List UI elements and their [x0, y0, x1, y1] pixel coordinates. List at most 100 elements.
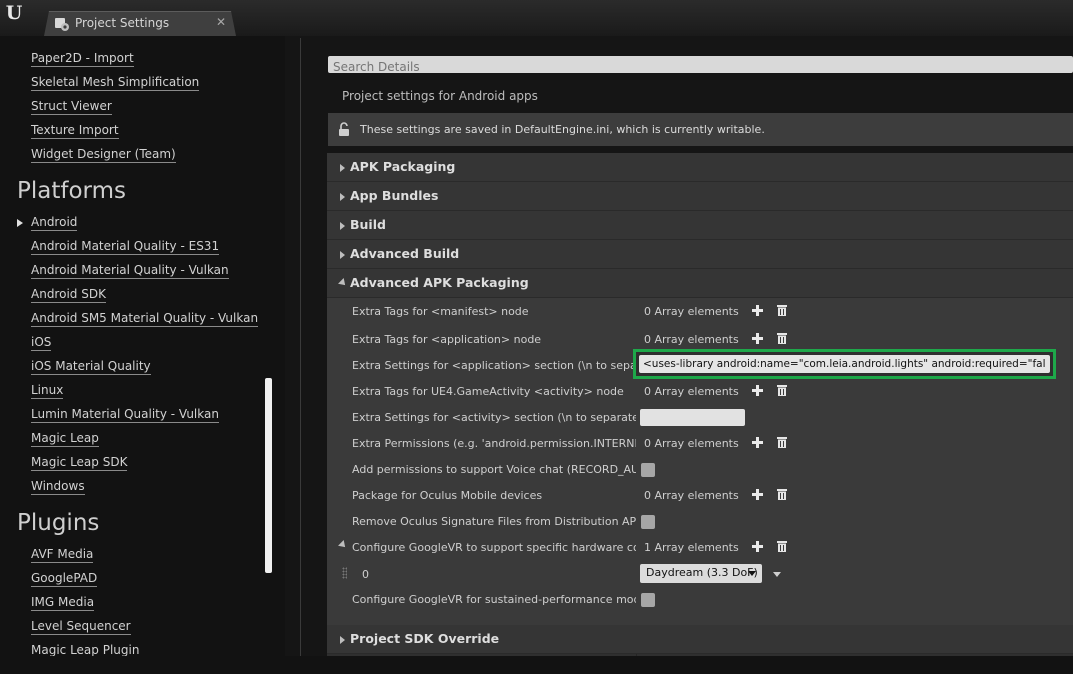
settings-gear-icon — [54, 16, 70, 32]
voice-chat-checkbox[interactable] — [641, 463, 655, 477]
add-element-icon[interactable] — [752, 541, 763, 552]
trash-icon[interactable] — [777, 304, 787, 316]
prop-label-activity-tags: Extra Tags for UE4.GameActivity <activit… — [352, 385, 624, 398]
trash-icon[interactable] — [777, 332, 787, 344]
expand-arrow-icon — [340, 636, 345, 644]
collapse-arrow-icon — [338, 278, 348, 288]
prop-value-oculus-mobile: 0 Array elements — [644, 489, 739, 502]
sidebar-header-platforms: Platforms — [17, 178, 126, 204]
page-description: Project settings for Android apps — [342, 89, 538, 103]
expand-arrow-icon — [340, 164, 345, 172]
prop-label-remove-oculus-signature: Remove Oculus Signature Files from Distr… — [352, 515, 636, 528]
category-app-bundles[interactable]: App Bundles — [327, 182, 1073, 211]
prop-label-activity-settings: Extra Settings for <activity> section (\… — [352, 411, 636, 424]
activity-settings-input[interactable] — [640, 409, 745, 426]
unreal-logo-icon[interactable]: U — [2, 2, 26, 26]
prop-value-manifest-tags: 0 Array elements — [644, 305, 739, 318]
add-element-icon[interactable] — [752, 489, 763, 500]
drag-handle-icon[interactable] — [342, 567, 347, 579]
prop-label-manifest-tags: Extra Tags for <manifest> node — [352, 305, 529, 318]
tab-project-settings[interactable]: Project Settings ✕ — [44, 11, 236, 36]
sidebar-header-plugins: Plugins — [17, 510, 100, 536]
tab-title: Project Settings — [75, 16, 170, 30]
category-label: Advanced APK Packaging — [350, 275, 529, 290]
sidebar-item-linux[interactable]: Linux — [31, 383, 64, 399]
search-input[interactable] — [328, 58, 1073, 76]
category-label: Build — [350, 217, 386, 232]
unlocked-icon — [339, 122, 349, 136]
sidebar-item-android[interactable]: Android — [31, 215, 78, 231]
prop-value-extra-permissions: 0 Array elements — [644, 437, 739, 450]
category-project-sdk-override[interactable]: Project SDK Override — [327, 625, 1073, 654]
panel-splitter[interactable] — [300, 38, 301, 672]
sidebar-item-skeletal-mesh-simplification[interactable]: Skeletal Mesh Simplification — [31, 75, 200, 91]
config-notice: These settings are saved in DefaultEngin… — [328, 113, 1073, 146]
googlevr-hardware-dropdown[interactable]: Daydream (3.3 DoF) — [640, 564, 762, 583]
element-options-arrow-icon[interactable] — [773, 572, 781, 577]
add-element-icon[interactable] — [752, 437, 763, 448]
prop-label-extra-permissions: Extra Permissions (e.g. 'android.permiss… — [352, 437, 636, 450]
sidebar-scrollbar[interactable] — [265, 378, 272, 573]
expand-arrow-icon — [340, 222, 345, 230]
title-bar: U Project Settings ✕ — [0, 0, 1073, 36]
trash-icon[interactable] — [777, 488, 787, 500]
sidebar-item-android-sdk[interactable]: Android SDK — [31, 287, 106, 303]
sidebar-item-avf-media[interactable]: AVF Media — [31, 547, 94, 563]
settings-sidebar: Paper2D - Import Skeletal Mesh Simplific… — [0, 36, 285, 656]
sidebar-item-widget-designer[interactable]: Widget Designer (Team) — [31, 147, 176, 163]
prop-label-googlevr-performance: Configure GoogleVR for sustained-perform… — [352, 593, 636, 606]
search-details-field[interactable] — [328, 56, 1073, 76]
trash-icon[interactable] — [777, 384, 787, 396]
sidebar-item-magic-leap[interactable]: Magic Leap — [31, 431, 99, 447]
sidebar-item-ios[interactable]: iOS — [31, 335, 52, 351]
sidebar-item-texture-import[interactable]: Texture Import — [31, 123, 119, 139]
prop-label-oculus-mobile: Package for Oculus Mobile devices — [352, 489, 543, 502]
expand-arrow-icon — [340, 193, 345, 201]
category-label: App Bundles — [350, 188, 439, 203]
category-apk-packaging[interactable]: APK Packaging — [327, 153, 1073, 182]
dropdown-value: Daydream (3.3 DoF) — [646, 566, 758, 579]
status-bar — [0, 656, 1073, 674]
category-label: Advanced Build — [350, 246, 460, 261]
trash-icon[interactable] — [777, 540, 787, 552]
expand-arrow-icon — [340, 251, 345, 259]
details-panel: APK Packaging App Bundles Build Advanced… — [327, 153, 1073, 656]
close-icon[interactable]: ✕ — [216, 15, 226, 29]
sidebar-item-android-sm5-vulkan[interactable]: Android SM5 Material Quality - Vulkan — [31, 311, 259, 327]
category-label: Project SDK Override — [350, 631, 500, 646]
selected-arrow-icon — [17, 219, 23, 227]
prop-label-application-tags: Extra Tags for <application> node — [352, 333, 542, 346]
sidebar-item-ios-material-quality[interactable]: iOS Material Quality — [31, 359, 151, 375]
sidebar-item-paper2d-import[interactable]: Paper2D - Import — [31, 51, 134, 67]
sidebar-item-img-media[interactable]: IMG Media — [31, 595, 95, 611]
category-advanced-build[interactable]: Advanced Build — [327, 240, 1073, 269]
add-element-icon[interactable] — [752, 333, 763, 344]
sidebar-item-lumin-material-vulkan[interactable]: Lumin Material Quality - Vulkan — [31, 407, 219, 423]
prop-label-application-settings: Extra Settings for <application> section… — [352, 359, 636, 372]
prop-value-application-tags: 0 Array elements — [644, 333, 739, 346]
notice-text: These settings are saved in DefaultEngin… — [360, 123, 765, 136]
array-index-label: 0 — [362, 568, 369, 581]
prop-label-voice-chat: Add permissions to support Voice chat (R… — [352, 463, 636, 476]
googlevr-performance-checkbox[interactable] — [641, 593, 655, 607]
add-element-icon[interactable] — [752, 385, 763, 396]
dropdown-arrow-icon — [748, 571, 756, 576]
prop-value-activity-tags: 0 Array elements — [644, 385, 739, 398]
add-element-icon[interactable] — [752, 305, 763, 316]
remove-oculus-signature-checkbox[interactable] — [641, 515, 655, 529]
application-settings-input[interactable] — [639, 355, 1050, 373]
category-build[interactable]: Build — [327, 211, 1073, 240]
sidebar-item-googlepad[interactable]: GooglePAD — [31, 571, 98, 587]
trash-icon[interactable] — [777, 436, 787, 448]
sidebar-item-struct-viewer[interactable]: Struct Viewer — [31, 99, 112, 115]
category-advanced-apk-packaging[interactable]: Advanced APK Packaging — [327, 269, 1073, 298]
sidebar-item-windows[interactable]: Windows — [31, 479, 85, 495]
prop-label-googlevr-hardware: Configure GoogleVR to support specific h… — [352, 541, 636, 554]
sidebar-item-magic-leap-plugin[interactable]: Magic Leap Plugin — [31, 643, 139, 656]
prop-value-googlevr-hardware: 1 Array elements — [644, 541, 739, 554]
sidebar-item-android-material-es31[interactable]: Android Material Quality - ES31 — [31, 239, 220, 255]
sidebar-item-magic-leap-sdk[interactable]: Magic Leap SDK — [31, 455, 128, 471]
category-label: APK Packaging — [350, 159, 456, 174]
sidebar-item-android-material-vulkan[interactable]: Android Material Quality - Vulkan — [31, 263, 229, 279]
sidebar-item-level-sequencer[interactable]: Level Sequencer — [31, 619, 131, 635]
